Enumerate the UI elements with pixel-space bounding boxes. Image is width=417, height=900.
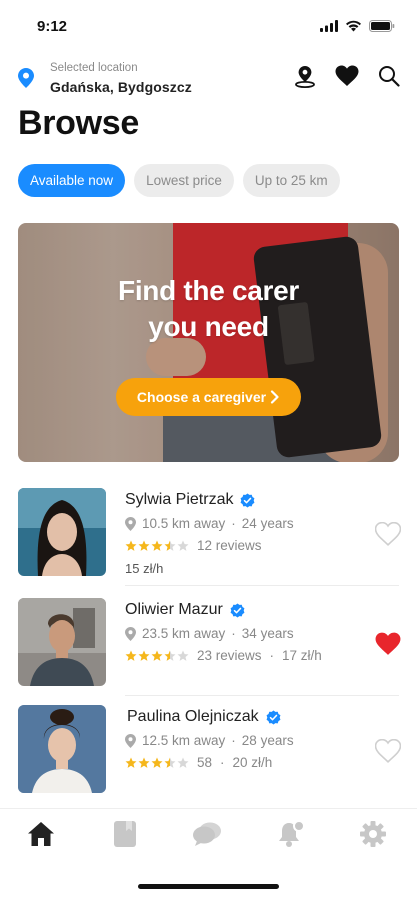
map-pin-icon [295, 66, 315, 88]
star-icon [177, 540, 189, 551]
star-icon [177, 757, 189, 768]
caregiver-photo [18, 705, 106, 793]
caregiver-reviews: 12 reviews [197, 538, 262, 553]
hero-title-line1: Find the carer [118, 275, 299, 306]
caregiver-name: Sylwia Pietrzak [125, 491, 255, 509]
status-time: 9:12 [37, 18, 68, 35]
heart-icon [374, 521, 402, 546]
home-icon [28, 822, 54, 846]
page-title: Browse [18, 104, 140, 142]
caregiver-distance-age: 10.5 km away · 24 years [125, 516, 294, 531]
map-button[interactable] [293, 64, 317, 88]
caregiver-photo [18, 488, 106, 576]
chevron-right-icon [270, 390, 279, 404]
star-icon [138, 540, 150, 551]
filter-available-now[interactable]: Available now [18, 164, 126, 197]
star-icon [125, 650, 137, 661]
caregiver-rating-row: 12 reviews [125, 538, 262, 553]
favorite-toggle[interactable] [374, 521, 402, 546]
caregiver-card[interactable]: Paulina Olejniczak 12.5 km away · 28 yea… [0, 705, 417, 795]
location-icon [125, 733, 136, 748]
star-icon [164, 540, 176, 551]
star-icon [164, 650, 176, 661]
tab-settings[interactable] [358, 819, 388, 849]
location-icon [125, 626, 136, 641]
caregiver-price: 20 zł/h [232, 755, 273, 770]
home-indicator [138, 884, 279, 889]
star-icon [151, 650, 163, 661]
filter-lowest-price[interactable]: Lowest price [134, 164, 234, 197]
filter-chips: Available now Lowest price Up to 25 km [18, 164, 340, 197]
star-icon [138, 650, 150, 661]
star-icon [164, 757, 176, 768]
caregiver-name: Oliwier Mazur [125, 601, 245, 619]
verified-badge-icon [266, 709, 281, 725]
caregiver-name: Paulina Olejniczak [127, 708, 281, 726]
tab-home[interactable] [26, 819, 56, 849]
caregiver-distance: 12.5 km away [142, 733, 226, 748]
star-icon [125, 757, 137, 768]
caregiver-reviews: 23 reviews [197, 648, 262, 663]
tab-notifications[interactable] [276, 819, 306, 849]
location-caption: Selected location [50, 62, 138, 74]
status-bar: 9:12 [0, 0, 417, 50]
caregiver-price: 15 zł/h [125, 561, 164, 576]
heart-icon [374, 738, 402, 763]
caregiver-rating-row: 23 reviews · 17 zł/h [125, 648, 322, 663]
divider [125, 695, 399, 696]
search-icon [379, 66, 400, 87]
caregiver-price: 17 zł/h [282, 648, 322, 663]
signal-icon [320, 20, 338, 32]
hero-banner: Find the carer you need Choose a caregiv… [18, 223, 399, 462]
location-value: Gdańska, Bydgoszcz [50, 79, 192, 95]
location-icon [125, 516, 136, 531]
wifi-icon [346, 20, 361, 32]
settings-icon [360, 821, 386, 847]
caregiver-age: 24 years [241, 516, 294, 531]
location-pin-icon [18, 68, 34, 88]
caregiver-distance-age: 12.5 km away · 28 years [125, 733, 294, 748]
tab-bookings[interactable] [110, 819, 140, 849]
book-icon [114, 821, 136, 847]
hero-title: Find the carer you need [18, 273, 399, 345]
search-button[interactable] [377, 64, 401, 88]
star-icon [125, 540, 137, 551]
choose-caregiver-label: Choose a caregiver [136, 389, 267, 405]
caregiver-age: 28 years [241, 733, 294, 748]
tab-messages[interactable] [192, 819, 222, 849]
caregiver-reviews: 58 [197, 755, 213, 770]
star-icon [151, 540, 163, 551]
chat-icon [193, 822, 221, 846]
caregiver-card[interactable]: Oliwier Mazur 23.5 km away · 34 years 23… [0, 598, 417, 688]
caregiver-age: 34 years [241, 626, 294, 641]
caregiver-distance: 23.5 km away [142, 626, 226, 641]
caregiver-photo [18, 598, 106, 686]
choose-caregiver-button[interactable]: Choose a caregiver [116, 378, 301, 416]
favorites-button[interactable] [335, 64, 359, 88]
star-icon [138, 757, 150, 768]
rating-stars [125, 757, 189, 769]
verified-badge-icon [241, 492, 255, 508]
favorite-toggle[interactable] [374, 738, 402, 763]
status-icons [320, 20, 395, 32]
heart-icon [335, 65, 359, 86]
verified-badge-icon [230, 602, 245, 618]
caregiver-distance-age: 23.5 km away · 34 years [125, 626, 294, 641]
rating-stars [125, 650, 189, 662]
notification-icon [279, 820, 305, 847]
heart-icon [375, 632, 401, 655]
battery-icon [369, 20, 395, 32]
star-icon [151, 757, 163, 768]
location-selector[interactable]: Selected location Gdańska, Bydgoszcz [18, 60, 278, 100]
rating-stars [125, 540, 189, 552]
caregiver-distance: 10.5 km away [142, 516, 226, 531]
header-actions [293, 64, 401, 88]
favorite-toggle[interactable] [375, 632, 401, 656]
hero-title-line2: you need [148, 311, 269, 342]
caregiver-card[interactable]: Sylwia Pietrzak 10.5 km away · 24 years … [0, 488, 417, 578]
filter-up-to-25km[interactable]: Up to 25 km [242, 164, 340, 197]
divider [125, 585, 399, 586]
star-icon [177, 650, 189, 661]
caregiver-rating-row: 58 · 20 zł/h [125, 755, 272, 770]
